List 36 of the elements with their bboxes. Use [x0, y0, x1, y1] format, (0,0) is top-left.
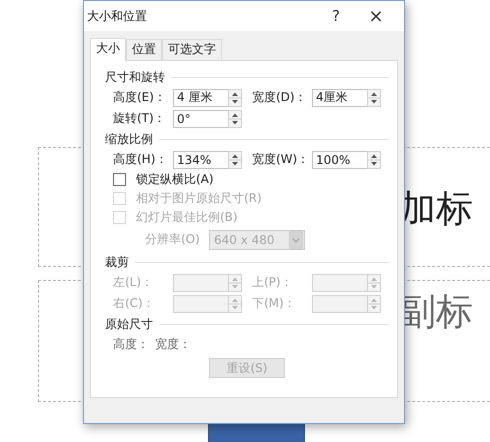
- spinner-icon[interactable]: [367, 150, 381, 168]
- input-field[interactable]: 4 厘米: [173, 88, 228, 106]
- input-field[interactable]: 100%: [312, 150, 367, 168]
- section-title: 原始尺寸: [105, 316, 153, 333]
- input-field[interactable]: 0°: [173, 110, 228, 128]
- checkbox-label: 相对于图片原始尺寸(R): [136, 190, 262, 207]
- spinner-icon[interactable]: [228, 110, 242, 128]
- spinner-icon[interactable]: [228, 88, 242, 106]
- field-label: 上(P)：: [252, 274, 294, 291]
- field-label: 左(L)：: [113, 274, 154, 291]
- field-label: 宽度(D)：: [252, 89, 308, 106]
- section-title: 缩放比例: [105, 131, 153, 148]
- field-label: 右(C)：: [113, 295, 156, 312]
- checkbox[interactable]: [113, 173, 126, 186]
- field-label: 分辨率(O): [145, 231, 201, 248]
- help-button[interactable]: ?: [322, 7, 350, 25]
- input-field[interactable]: 134%: [173, 150, 228, 168]
- tab[interactable]: 大小: [90, 38, 126, 61]
- tab[interactable]: 位置: [126, 39, 162, 60]
- field-label: 宽度(W)：: [252, 151, 310, 168]
- input-field[interactable]: 4厘米: [312, 88, 367, 106]
- section-title: 裁剪: [105, 254, 129, 271]
- field-label: 高度：: [113, 336, 149, 353]
- field-label: 旋转(T)：: [113, 110, 167, 127]
- field-label: 宽度：: [155, 336, 191, 353]
- close-button[interactable]: ×: [362, 6, 390, 26]
- window-title: 大小和位置: [87, 8, 148, 24]
- field-label: 高度(H)：: [113, 151, 168, 168]
- spinner-icon[interactable]: [367, 88, 381, 106]
- field-label: 下(M)：: [252, 295, 297, 312]
- checkbox-label: 幻灯片最佳比例(B): [136, 209, 238, 226]
- tab[interactable]: 可选文字: [162, 39, 222, 60]
- section-title: 尺寸和旋转: [105, 69, 165, 86]
- field-label: 高度(E)：: [113, 89, 167, 106]
- checkbox-label: 锁定纵横比(A): [136, 171, 214, 188]
- spinner-icon[interactable]: [228, 150, 242, 168]
